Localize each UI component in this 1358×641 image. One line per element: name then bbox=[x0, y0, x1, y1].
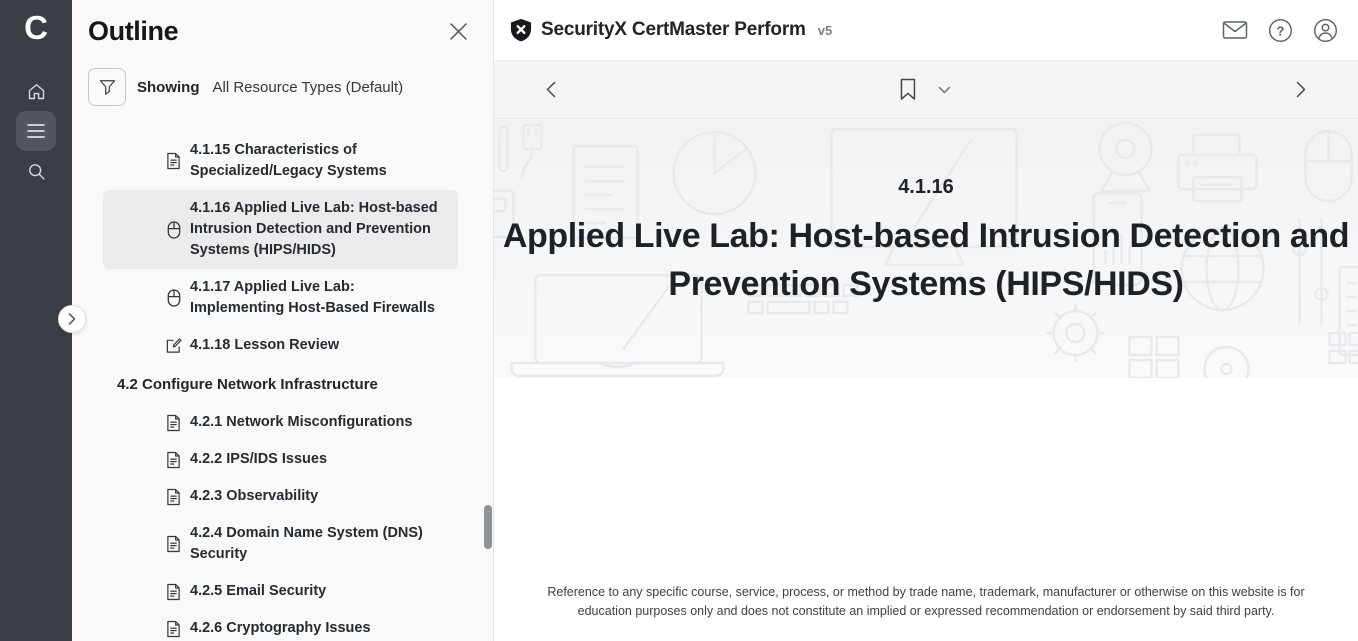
next-page-button[interactable] bbox=[1284, 73, 1318, 107]
mouse-icon bbox=[165, 289, 182, 307]
chevron-down-icon bbox=[938, 86, 950, 94]
document-icon bbox=[165, 583, 182, 601]
document-icon bbox=[165, 152, 182, 170]
outline-panel: Outline Showing All Resource Types (Defa… bbox=[72, 0, 494, 641]
outline-item-label: 4.2.6 Cryptography Issues bbox=[190, 618, 371, 639]
resource-filter-value: All Resource Types (Default) bbox=[213, 79, 404, 96]
outline-item-label: 4.1.15 Characteristics of Specialized/Le… bbox=[190, 140, 448, 182]
app-window: C Outline bbox=[0, 0, 1358, 641]
showing-label: Showing bbox=[137, 79, 200, 96]
outline-item-label: 4.2.4 Domain Name System (DNS) Security bbox=[190, 523, 448, 565]
lesson-content: Reference to any specific course, servic… bbox=[494, 378, 1358, 641]
outline-item-4-1-16[interactable]: 4.1.16 Applied Live Lab: Host-based Intr… bbox=[103, 190, 458, 269]
mouse-icon bbox=[165, 221, 182, 239]
outline-item-4-2-1[interactable]: 4.2.1 Network Misconfigurations bbox=[103, 404, 458, 441]
product-brand: SecurityX CertMaster Perform v5 bbox=[510, 18, 832, 42]
document-icon bbox=[165, 535, 182, 553]
outline-scrollbar-thumb[interactable] bbox=[484, 505, 492, 549]
outline-item-label: 4.2.2 IPS/IDS Issues bbox=[190, 449, 327, 470]
rail-icon-group bbox=[0, 71, 72, 191]
product-version-badge: v5 bbox=[818, 23, 832, 38]
home-icon bbox=[26, 81, 47, 102]
outline-panel-title: Outline bbox=[88, 16, 178, 47]
outline-list: 4.1.15 Characteristics of Specialized/Le… bbox=[72, 132, 493, 641]
bookmark-icon bbox=[898, 78, 917, 101]
outline-item-4-2-4[interactable]: 4.2.4 Domain Name System (DNS) Security bbox=[103, 515, 458, 573]
document-icon bbox=[165, 451, 182, 469]
mail-icon bbox=[1222, 19, 1248, 41]
profile-icon bbox=[1313, 18, 1338, 43]
search-button[interactable] bbox=[16, 151, 56, 191]
main-area: SecurityX CertMaster Perform v5 ? bbox=[494, 0, 1358, 641]
header-actions: ? bbox=[1220, 15, 1340, 45]
bookmark-button[interactable] bbox=[898, 78, 917, 101]
lesson-title: Applied Live Lab: Host-based Intrusion D… bbox=[494, 212, 1358, 308]
outline-item-4-1-17[interactable]: 4.1.17 Applied Live Lab: Implementing Ho… bbox=[103, 269, 458, 327]
help-icon: ? bbox=[1268, 18, 1293, 43]
home-button[interactable] bbox=[16, 71, 56, 111]
app-header: SecurityX CertMaster Perform v5 ? bbox=[494, 0, 1358, 61]
lesson-banner: 4.1.16 Applied Live Lab: Host-based Intr… bbox=[494, 119, 1358, 378]
document-icon bbox=[165, 414, 182, 432]
document-icon bbox=[165, 488, 182, 506]
outline-item-label: 4.2.3 Observability bbox=[190, 486, 318, 507]
close-icon bbox=[449, 22, 468, 41]
lesson-number: 4.1.16 bbox=[494, 119, 1358, 199]
product-title: SecurityX CertMaster Perform bbox=[541, 19, 806, 41]
outline-item-4-2-2[interactable]: 4.2.2 IPS/IDS Issues bbox=[103, 441, 458, 478]
search-icon bbox=[26, 161, 47, 182]
disclaimer-text: Reference to any specific course, servic… bbox=[534, 583, 1318, 641]
outline-item-label: 4.1.16 Applied Live Lab: Host-based Intr… bbox=[190, 198, 448, 261]
outline-item-4-2-6[interactable]: 4.2.6 Cryptography Issues bbox=[103, 610, 458, 641]
outline-item-4-2-3[interactable]: 4.2.3 Observability bbox=[103, 478, 458, 515]
chevron-right-icon bbox=[68, 313, 76, 325]
chevron-left-icon bbox=[546, 81, 556, 98]
lesson-toolbar bbox=[494, 61, 1358, 119]
outline-item-4-2-5[interactable]: 4.2.5 Email Security bbox=[103, 573, 458, 610]
outline-item-label: 4.1.17 Applied Live Lab: Implementing Ho… bbox=[190, 277, 448, 319]
outline-item-label: 4.2.5 Email Security bbox=[190, 581, 326, 602]
outline-item-label: 4.1.18 Lesson Review bbox=[190, 335, 339, 356]
help-button[interactable]: ? bbox=[1265, 15, 1295, 45]
brand-c-logo[interactable]: C bbox=[0, 0, 72, 56]
outline-scrollbar[interactable] bbox=[484, 0, 492, 641]
chevron-right-icon bbox=[1296, 81, 1306, 98]
document-icon bbox=[165, 620, 182, 638]
outline-item-label: 4.2.1 Network Misconfigurations bbox=[190, 412, 412, 433]
resource-filter-button[interactable] bbox=[88, 68, 126, 106]
close-outline-button[interactable] bbox=[445, 19, 471, 45]
filter-funnel-icon bbox=[98, 78, 117, 97]
edit-icon bbox=[165, 337, 182, 354]
outline-item-4-1-15[interactable]: 4.1.15 Characteristics of Specialized/Le… bbox=[103, 132, 458, 190]
outline-item-4-1-18[interactable]: 4.1.18 Lesson Review bbox=[103, 327, 458, 364]
outline-section-4-2[interactable]: 4.2 Configure Network Infrastructure bbox=[103, 364, 458, 404]
menu-icon bbox=[26, 123, 46, 139]
messages-button[interactable] bbox=[1220, 15, 1250, 45]
svg-text:?: ? bbox=[1276, 23, 1284, 38]
bookmark-menu-button[interactable] bbox=[938, 86, 950, 94]
previous-page-button[interactable] bbox=[534, 73, 568, 107]
bookmark-controls bbox=[898, 78, 950, 101]
account-button[interactable] bbox=[1310, 15, 1340, 45]
securityx-shield-icon bbox=[510, 18, 532, 42]
outline-menu-button[interactable] bbox=[16, 111, 56, 151]
panel-expand-button[interactable] bbox=[58, 305, 86, 333]
